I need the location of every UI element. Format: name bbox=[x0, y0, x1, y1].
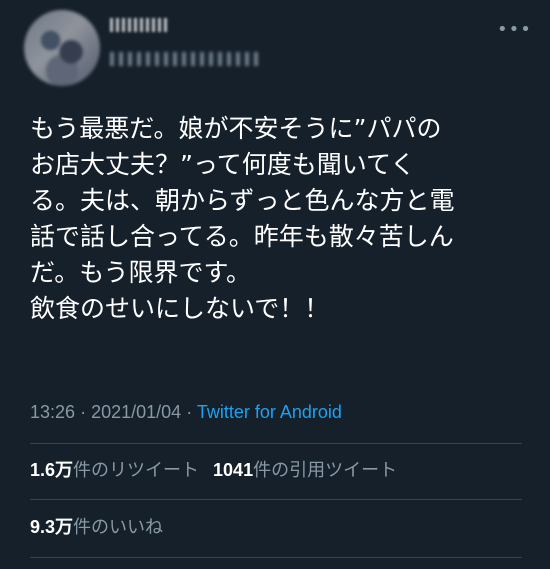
likes-stats-row: 9.3万件のいいね bbox=[30, 514, 163, 540]
retweets-count: 1.6万 bbox=[30, 460, 74, 480]
tweet-text: もう最悪だ。娘が不安そうに”パパの お店大丈夫？”って何度も聞いてく る。夫は、… bbox=[30, 114, 455, 323]
more-options-button[interactable]: ••• bbox=[497, 20, 531, 40]
likes-stat[interactable]: 9.3万件のいいね bbox=[30, 517, 163, 537]
avatar[interactable] bbox=[24, 10, 100, 86]
quotes-label: 件の引用ツイート bbox=[253, 460, 398, 480]
tweet-meta: 13:26 · 2021/01/04 · Twitter for Android bbox=[30, 399, 342, 425]
tweet-source-link[interactable]: Twitter for Android bbox=[197, 402, 342, 422]
more-horizontal-icon: ••• bbox=[497, 19, 532, 40]
engagement-stats-row: 1.6万件のリツイート 1041件の引用ツイート bbox=[30, 457, 397, 483]
quotes-stat[interactable]: 1041件の引用ツイート bbox=[213, 460, 397, 480]
tweet-time[interactable]: 13:26 bbox=[30, 402, 75, 422]
user-handle-redacted[interactable] bbox=[110, 52, 260, 66]
divider bbox=[30, 557, 522, 558]
meta-separator: · bbox=[186, 402, 193, 422]
retweets-label: 件のリツイート bbox=[73, 460, 200, 480]
quotes-count: 1041 bbox=[213, 460, 254, 480]
display-name-redacted[interactable] bbox=[110, 18, 170, 32]
tweet-date[interactable]: 2021/01/04 bbox=[91, 402, 181, 422]
likes-label: 件のいいね bbox=[73, 517, 164, 537]
divider bbox=[30, 499, 522, 500]
meta-separator: · bbox=[80, 402, 87, 422]
tweet-card: ••• もう最悪だ。娘が不安そうに”パパの お店大丈夫？”って何度も聞いてく る… bbox=[0, 0, 550, 569]
likes-count: 9.3万 bbox=[30, 517, 74, 537]
retweets-stat[interactable]: 1.6万件のリツイート bbox=[30, 460, 199, 480]
divider bbox=[30, 443, 522, 444]
